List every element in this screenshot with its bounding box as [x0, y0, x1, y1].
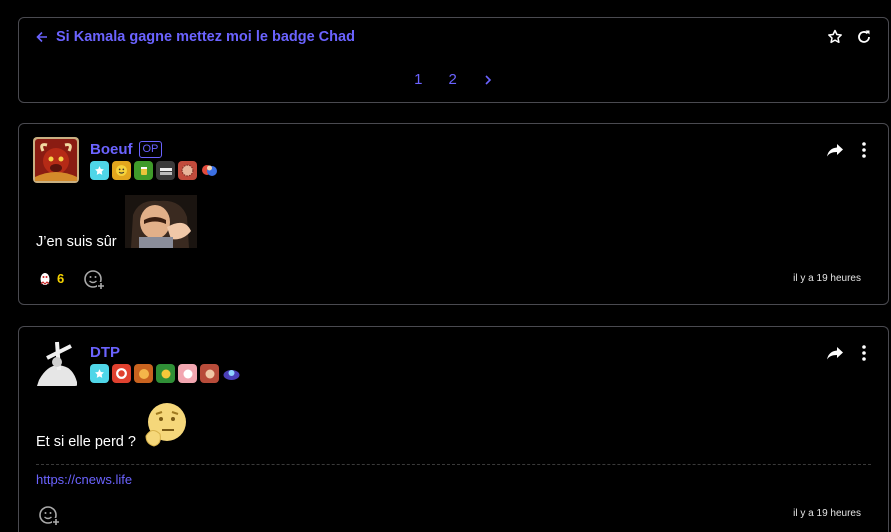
badge-icon[interactable]	[112, 364, 131, 383]
next-page-chevron-icon[interactable]	[483, 73, 493, 87]
post-timestamp: il y a 19 heures	[793, 273, 861, 284]
badge-icon[interactable]	[134, 161, 153, 180]
reaction-summary[interactable]: 6	[39, 271, 64, 286]
page-2-link[interactable]: 2	[449, 71, 457, 88]
share-icon[interactable]	[826, 346, 844, 360]
post-boeuf: Boeuf OP J’en suis sûr 6 il y a 19 heure…	[18, 123, 889, 305]
badge-icon[interactable]	[90, 364, 109, 383]
badge-icon[interactable]	[90, 161, 109, 180]
post-text: Et si elle perd ?	[36, 434, 136, 450]
post-text: J’en suis sûr	[36, 234, 117, 250]
refresh-icon[interactable]	[856, 29, 872, 45]
post-dtp: DTP Et si elle perd ? https://cnews.life…	[18, 326, 889, 532]
avatar-dtp[interactable]	[33, 340, 79, 386]
post-timestamp: il y a 19 heures	[793, 508, 861, 519]
add-reaction-icon[interactable]	[38, 504, 60, 526]
pagination: 1 2	[19, 71, 888, 88]
badge-icon[interactable]	[134, 364, 153, 383]
reaction-count: 6	[57, 271, 65, 286]
avatar-boeuf[interactable]	[33, 137, 79, 183]
badge-icon[interactable]	[112, 161, 131, 180]
more-options-icon[interactable]	[862, 345, 866, 361]
author-name[interactable]: DTP	[90, 344, 120, 361]
user-badges	[90, 364, 241, 383]
page-1-link[interactable]: 1	[414, 71, 422, 88]
badge-icon[interactable]	[200, 364, 219, 383]
sticker-image[interactable]	[125, 195, 197, 248]
badge-icon[interactable]	[200, 161, 219, 180]
badge-icon[interactable]	[178, 161, 197, 180]
back-arrow-icon[interactable]	[36, 31, 48, 43]
badge-icon[interactable]	[156, 364, 175, 383]
topic-title[interactable]: Si Kamala gagne mettez moi le badge Chad	[56, 29, 355, 45]
op-badge: OP	[138, 141, 163, 158]
badge-icon[interactable]	[178, 364, 197, 383]
badge-icon[interactable]	[156, 161, 175, 180]
badge-icon[interactable]	[222, 364, 241, 383]
signature-separator	[36, 464, 871, 465]
user-badges	[90, 161, 219, 180]
topic-header: Si Kamala gagne mettez moi le badge Chad…	[18, 17, 889, 103]
thinking-sticker-image[interactable]	[142, 400, 190, 448]
author-name[interactable]: Boeuf	[90, 141, 133, 158]
share-icon[interactable]	[826, 143, 844, 157]
signature-link[interactable]: https://cnews.life	[36, 472, 132, 487]
more-options-icon[interactable]	[862, 142, 866, 158]
reaction-emoji-icon	[40, 273, 50, 285]
topic-title-link[interactable]: Si Kamala gagne mettez moi le badge Chad	[36, 29, 355, 45]
add-reaction-icon[interactable]	[83, 268, 105, 290]
star-icon[interactable]	[827, 29, 843, 45]
